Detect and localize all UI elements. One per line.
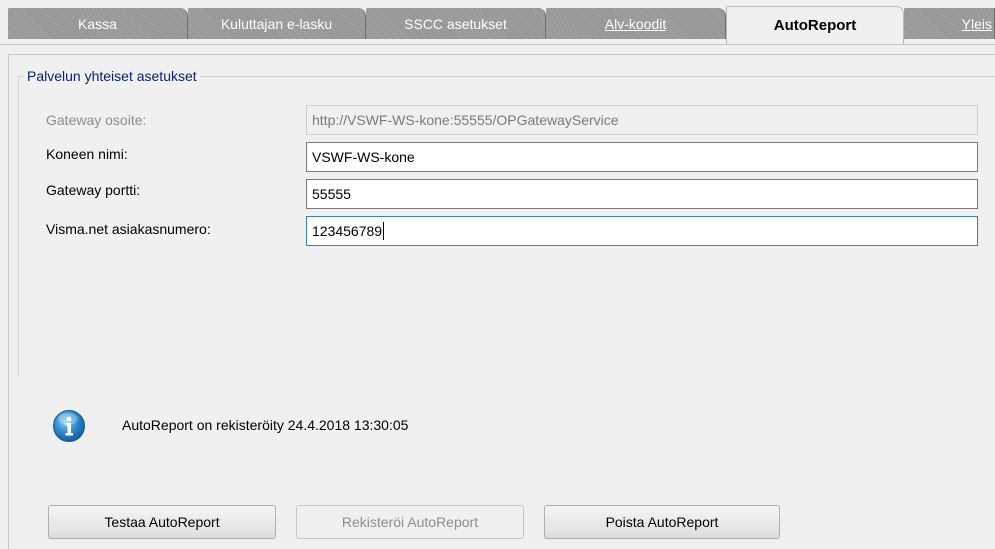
tab-yleis[interactable]: Yleis (904, 8, 995, 39)
tab-autoreport[interactable]: AutoReport (726, 6, 904, 44)
test-autoreport-button[interactable]: Testaa AutoReport (48, 505, 276, 539)
customer-number-label: Visma.net asiakasnumero: (46, 221, 211, 237)
gateway-port-label: Gateway portti: (46, 182, 141, 198)
gateway-port-field[interactable]: 55555 (306, 179, 978, 209)
machine-name-label: Koneen nimi: (46, 146, 128, 162)
text-caret (383, 222, 385, 240)
gateway-address-field: http://VSWF-WS-kone:55555/OPGatewayServi… (306, 105, 978, 135)
tab-kassa[interactable]: Kassa (8, 8, 188, 39)
info-icon (52, 409, 86, 443)
tab-sscc-asetukset[interactable]: SSCC asetukset (366, 8, 546, 39)
tab-strip: Kassa Kuluttajan e-lasku SSCC asetukset … (0, 0, 995, 44)
group-title: Palvelun yhteiset asetukset (24, 68, 200, 84)
register-autoreport-button[interactable]: Rekisteröi AutoReport (296, 505, 524, 539)
customer-number-field[interactable]: 123456789 (306, 216, 978, 246)
gateway-address-label: Gateway osoite: (46, 112, 147, 128)
remove-autoreport-button[interactable]: Poista AutoReport (544, 505, 780, 539)
tab-kuluttajan-e-lasku[interactable]: Kuluttajan e-lasku (188, 8, 366, 39)
registration-status-text: AutoReport on rekisteröity 24.4.2018 13:… (122, 417, 409, 433)
tab-alv-koodit[interactable]: Alv-koodit (546, 8, 726, 39)
machine-name-field[interactable]: VSWF-WS-kone (306, 142, 978, 172)
tab-divider (0, 44, 995, 45)
